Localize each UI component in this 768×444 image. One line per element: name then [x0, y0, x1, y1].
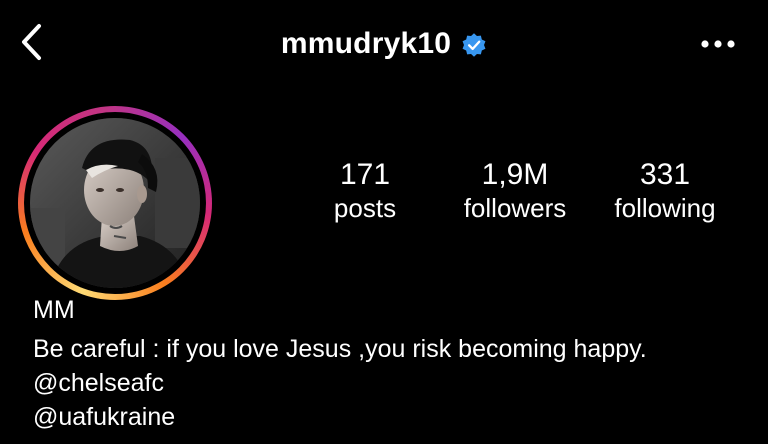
- profile-photo: [30, 118, 200, 288]
- stat-posts[interactable]: 171 posts: [290, 158, 440, 228]
- stat-value: 171: [339, 158, 391, 191]
- verified-badge-icon: [462, 33, 486, 57]
- stat-value: 1,9M: [481, 158, 549, 191]
- profile-header: mmudryk10: [0, 26, 768, 62]
- stat-label: posts: [333, 193, 397, 223]
- profile-stats: 171 posts 1,9M followers 331 following: [290, 158, 740, 228]
- stat-label: following: [614, 193, 716, 223]
- more-options-button[interactable]: [694, 24, 742, 64]
- stat-value: 331: [639, 158, 691, 191]
- username: mmudryk10: [280, 27, 452, 60]
- more-horizontal-icon: [701, 40, 735, 48]
- bio-mention-link[interactable]: @uafukraine: [33, 400, 753, 434]
- stat-label: followers: [463, 193, 567, 223]
- avatar-story-ring[interactable]: [18, 106, 212, 300]
- stat-following[interactable]: 331 following: [590, 158, 740, 228]
- profile-screen: mmudryk10 171 posts 1,9M followers 331 f…: [0, 0, 768, 444]
- bio-text: Be careful : if you love Jesus ,you risk…: [33, 335, 647, 363]
- profile-bio: MM Be careful : if you love Jesus ,you r…: [33, 294, 753, 434]
- bio-mention-link[interactable]: @chelseafc: [33, 366, 753, 400]
- stat-followers[interactable]: 1,9M followers: [440, 158, 590, 228]
- display-name: MM: [33, 296, 75, 324]
- avatar: [30, 118, 200, 288]
